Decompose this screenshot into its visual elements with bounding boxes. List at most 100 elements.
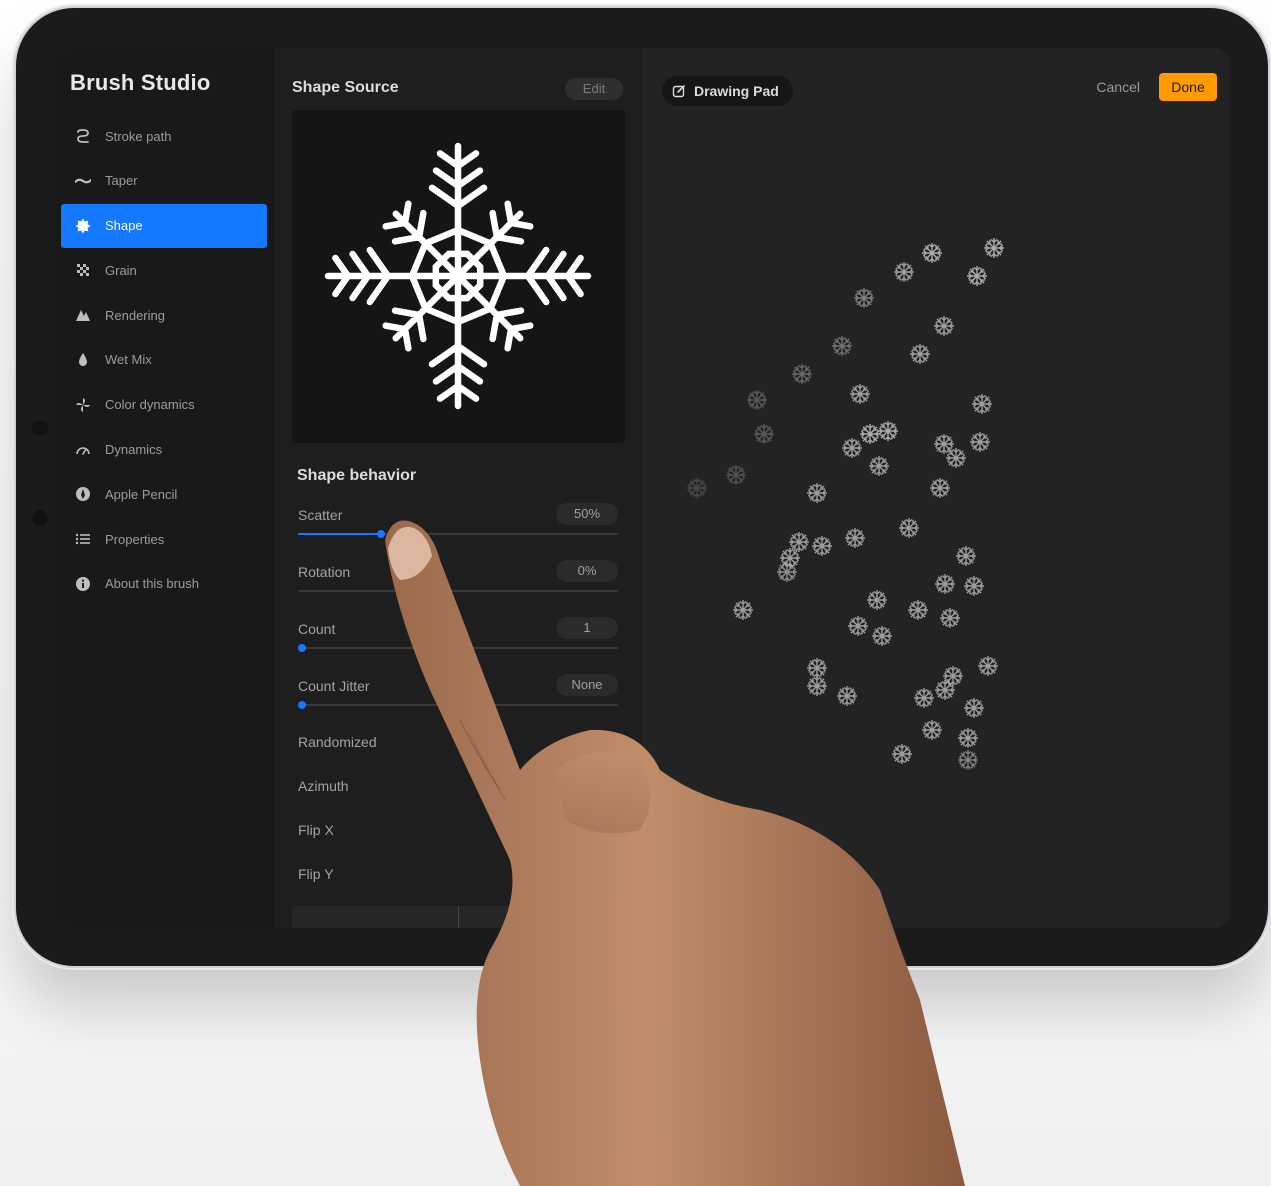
screen: Brush Studio Stroke path Taper Shape Gra…	[54, 48, 1230, 928]
brush-stamp-snowflake	[894, 262, 914, 282]
drawing-pad-button[interactable]: Drawing Pad	[662, 76, 793, 106]
drawing-pad-canvas[interactable]	[642, 48, 1230, 928]
brush-stamp-snowflake	[930, 478, 950, 498]
shape-source-preview[interactable]	[292, 110, 625, 443]
randomized-toggle[interactable]: Randomized	[298, 734, 377, 750]
snowflake-icon	[324, 142, 592, 410]
camera-icon	[32, 420, 48, 436]
toolbar-divider	[458, 906, 459, 928]
slider-track[interactable]	[298, 644, 618, 652]
brush-stamp-snowflake	[733, 600, 753, 620]
flip-x-toggle[interactable]: Flip X	[298, 822, 334, 838]
brush-stamp-snowflake	[899, 518, 919, 538]
brush-stamp-snowflake	[935, 574, 955, 594]
brush-stamp-snowflake	[914, 688, 934, 708]
slider-value[interactable]: 0%	[556, 560, 618, 582]
brush-stamp-snowflake	[860, 424, 880, 444]
brush-stamp-snowflake	[807, 483, 827, 503]
sidebar-item-label: Properties	[105, 531, 165, 547]
sidebar-item-label: Color dynamics	[105, 397, 195, 413]
slider-knob[interactable]	[377, 530, 386, 538]
brush-stamp-snowflake	[777, 562, 797, 582]
sidebar-item-color-dynamics[interactable]: Color dynamics	[61, 383, 267, 427]
slider-value[interactable]: 1	[556, 617, 618, 639]
brush-stamp-snowflake	[967, 266, 987, 286]
sidebar-item-label: Rendering	[105, 307, 165, 323]
cancel-button[interactable]: Cancel	[1096, 79, 1140, 95]
brush-stamp-snowflake	[869, 456, 889, 476]
brush-stamp-snowflake	[687, 478, 707, 498]
slider-value[interactable]: 50%	[556, 503, 618, 525]
sidebar-item-grain[interactable]: Grain	[61, 248, 267, 292]
brush-stamp-snowflake	[892, 744, 912, 764]
slider-label: Scatter	[298, 507, 343, 523]
brush-stamp-snowflake	[946, 448, 966, 468]
slider-value[interactable]: None	[556, 674, 618, 696]
sidebar-item-label: Shape	[105, 218, 143, 234]
bottom-toolbar	[292, 906, 625, 928]
sidebar-list: Stroke path Taper Shape Grain Rendering …	[61, 114, 267, 607]
sensor-icon	[32, 510, 48, 526]
slider-track[interactable]	[298, 590, 618, 592]
flip-y-toggle[interactable]: Flip Y	[298, 866, 334, 882]
sidebar-item-label: Apple Pencil	[105, 486, 178, 502]
edit-button[interactable]: Edit	[565, 78, 623, 100]
sidebar-item-dynamics[interactable]: Dynamics	[61, 428, 267, 472]
sidebar-item-rendering[interactable]: Rendering	[61, 293, 267, 337]
sidebar-item-shape[interactable]: Shape	[61, 203, 267, 248]
shape-source-title: Shape Source	[292, 79, 399, 96]
brush-stamp-snowflake	[867, 590, 887, 610]
stroke-path-icon	[75, 128, 91, 144]
wet-mix-icon	[75, 352, 91, 368]
brush-stamp-snowflake	[984, 238, 1004, 258]
slider-knob[interactable]	[298, 644, 306, 652]
sidebar-item-taper[interactable]: Taper	[61, 159, 267, 203]
taper-icon	[75, 173, 91, 189]
grain-icon	[75, 262, 91, 278]
slider-label: Rotation	[298, 564, 351, 580]
sidebar-item-label: About this brush	[105, 576, 199, 592]
brush-stamp-snowflake	[958, 750, 978, 770]
sidebar-item-wet-mix[interactable]: Wet Mix	[61, 338, 267, 382]
brush-stamp-snowflake	[934, 434, 954, 454]
slider-knob[interactable]	[298, 701, 306, 709]
brush-stamp-snowflake	[878, 421, 898, 441]
sidebar-item-label: Stroke path	[105, 128, 172, 144]
sidebar-title: Brush Studio	[70, 70, 211, 95]
sidebar-item-label: Taper	[105, 173, 138, 189]
sidebar-item-apple-pencil[interactable]: Apple Pencil	[61, 472, 267, 516]
brush-stamp-snowflake	[854, 288, 874, 308]
sidebar-item-label: Dynamics	[105, 442, 163, 458]
sidebar-item-label: Wet Mix	[105, 352, 152, 368]
rendering-icon	[75, 307, 91, 323]
azimuth-toggle[interactable]: Azimuth	[298, 778, 349, 794]
brush-stamp-snowflake	[747, 390, 767, 410]
brush-stamp-snowflake	[922, 243, 942, 263]
brush-stamp-snowflake	[789, 532, 809, 552]
brush-stamp-snowflake	[935, 680, 955, 700]
brush-stamp-snowflake	[754, 424, 774, 444]
slider-label: Count Jitter	[298, 678, 370, 694]
brush-stamp-snowflake	[832, 336, 852, 356]
done-button[interactable]: Done	[1159, 73, 1217, 101]
slider-track[interactable]	[298, 701, 618, 709]
sidebar-item-label: Grain	[105, 262, 137, 278]
brush-stamp-snowflake	[726, 465, 746, 485]
brush-stamp-snowflake	[850, 384, 870, 404]
brush-stamp-snowflake	[908, 600, 928, 620]
sidebar-item-properties[interactable]: Properties	[61, 517, 267, 561]
brush-stamp-snowflake	[872, 626, 892, 646]
edit-pencil-icon	[672, 85, 685, 98]
sidebar-item-about-this-brush[interactable]: About this brush	[61, 562, 267, 606]
slider-track[interactable]	[298, 530, 618, 538]
brush-studio-sidebar: Brush Studio Stroke path Taper Shape Gra…	[54, 48, 274, 928]
brush-stamp-snowflake	[972, 394, 992, 414]
info-icon	[75, 576, 91, 592]
brush-stamp-snowflake	[807, 676, 827, 696]
drawing-pad-panel[interactable]: Drawing Pad Cancel Done	[642, 48, 1230, 928]
sidebar-item-stroke-path[interactable]: Stroke path	[61, 114, 267, 158]
brush-stamp-snowflake	[934, 316, 954, 336]
color-dynamics-icon	[75, 397, 91, 413]
brush-stamp-snowflake	[978, 656, 998, 676]
apple-pencil-icon	[75, 486, 91, 502]
